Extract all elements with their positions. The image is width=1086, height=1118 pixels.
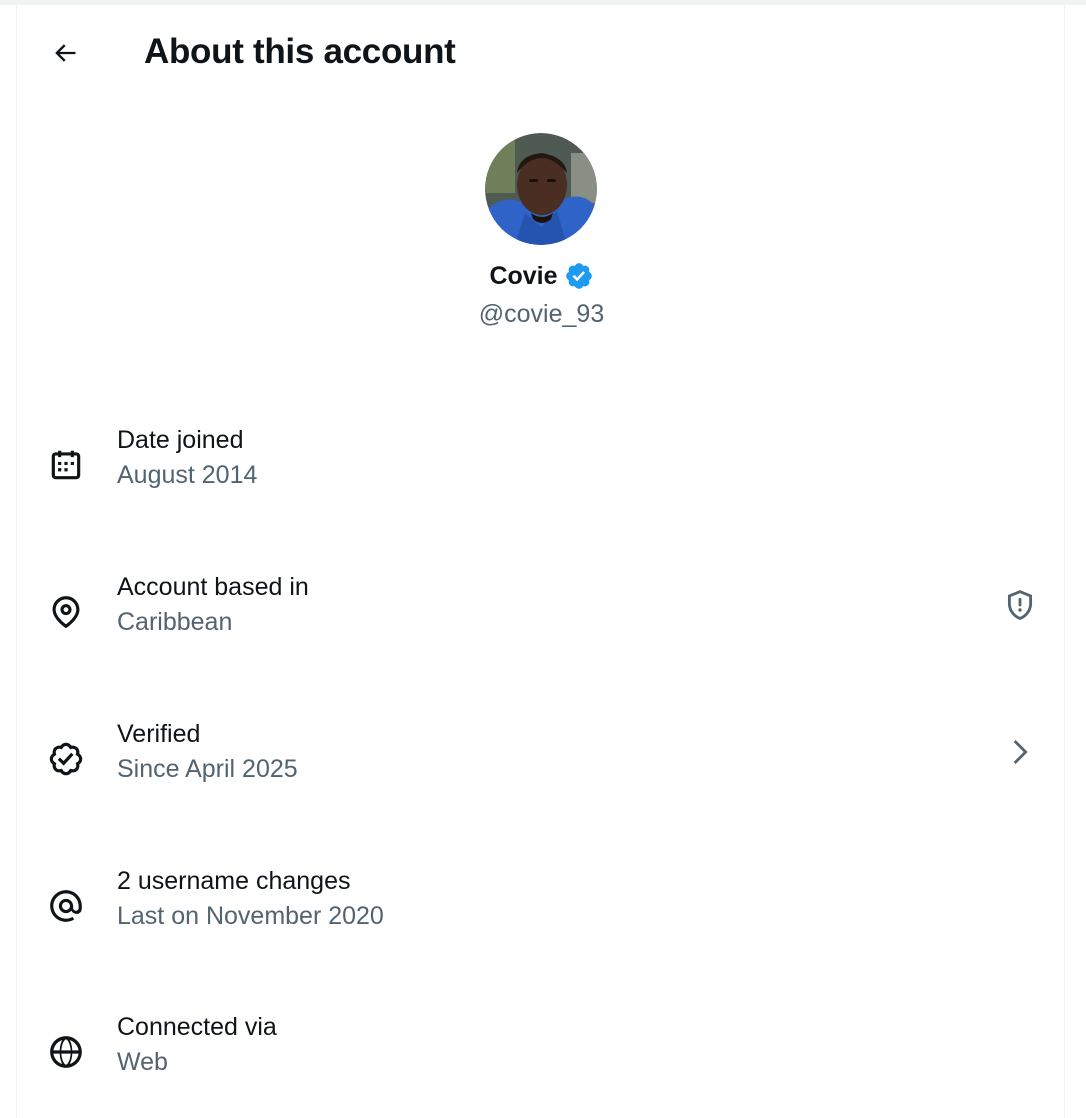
row-username-changes: 2 username changes Last on November 2020 xyxy=(17,865,1066,965)
row-value: Web xyxy=(117,1048,168,1076)
row-value: Caribbean xyxy=(117,608,233,636)
arrow-left-icon xyxy=(55,44,76,62)
shield-alert-icon[interactable] xyxy=(1000,585,1040,625)
back-button[interactable] xyxy=(45,33,85,73)
row-value: August 2014 xyxy=(117,461,258,489)
page-title: About this account xyxy=(144,32,456,71)
globe-icon xyxy=(45,1031,87,1073)
chevron-right-icon[interactable] xyxy=(1000,732,1040,772)
avatar[interactable] xyxy=(485,133,597,245)
row-value: Since April 2025 xyxy=(117,755,298,783)
row-label: Date joined xyxy=(117,426,244,454)
handle: @covie_93 xyxy=(478,300,605,328)
row-date-joined: Date joined August 2014 xyxy=(17,424,1066,524)
about-account-page: About this account Covie @covie_93 Date … xyxy=(0,0,1086,1118)
name-row: Covie xyxy=(17,261,1066,291)
verified-check-icon xyxy=(45,738,87,780)
verified-badge-icon[interactable] xyxy=(564,261,594,291)
row-label: 2 username changes xyxy=(117,867,351,895)
avatar-image xyxy=(485,133,597,245)
row-account-based-in: Account based in Caribbean xyxy=(17,571,1066,671)
main-column: About this account Covie @covie_93 Date … xyxy=(16,5,1065,1118)
row-connected-via: Connected via Web xyxy=(17,1011,1066,1111)
row-verified[interactable]: Verified Since April 2025 xyxy=(17,718,1066,818)
row-label: Account based in xyxy=(117,573,309,601)
row-label: Verified xyxy=(117,720,201,748)
display-name: Covie xyxy=(489,262,558,290)
at-sign-icon xyxy=(45,885,87,927)
row-label: Connected via xyxy=(117,1013,277,1041)
row-value: Last on November 2020 xyxy=(117,902,384,930)
calendar-icon xyxy=(45,444,87,486)
location-pin-icon xyxy=(45,591,87,633)
